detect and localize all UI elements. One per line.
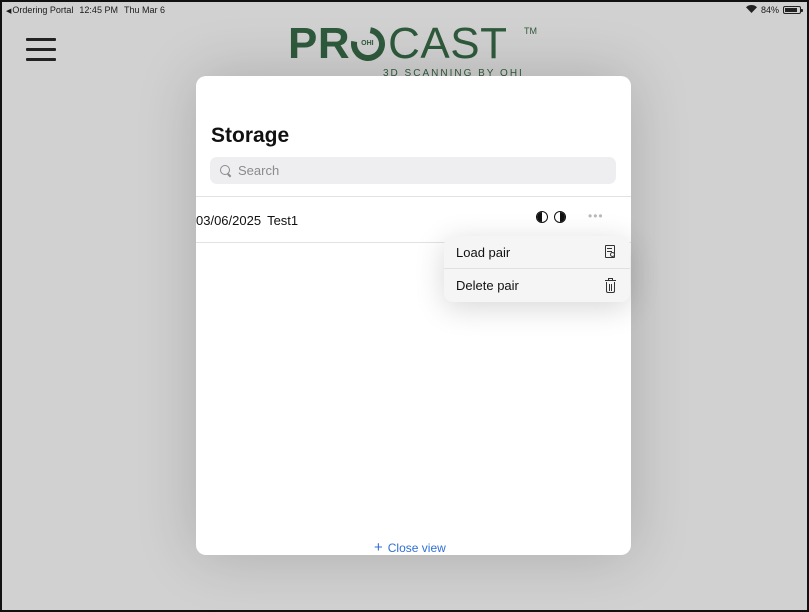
pair-indicator bbox=[536, 211, 566, 223]
app-frame: ◀Ordering Portal 12:45 PM Thu Mar 6 84% … bbox=[0, 0, 809, 612]
search-input[interactable] bbox=[238, 163, 598, 178]
list-item-name: Test1 bbox=[267, 213, 299, 228]
close-view-label: Close view bbox=[387, 541, 446, 555]
logo-trademark: TM bbox=[524, 26, 537, 36]
menu-item-load-pair[interactable]: Load pair bbox=[444, 236, 630, 269]
close-view-button[interactable]: + Close view bbox=[374, 539, 446, 555]
list-item-date: 03/06/2025 bbox=[196, 213, 262, 228]
battery-fill bbox=[785, 8, 797, 12]
logo-wordmark: PR OHI CAST bbox=[288, 18, 507, 70]
search-icon bbox=[220, 164, 232, 177]
back-triangle-icon: ◀ bbox=[6, 8, 12, 15]
status-time: 12:45 PM bbox=[79, 5, 118, 15]
hamburger-menu-icon[interactable] bbox=[26, 38, 56, 62]
status-bar: ◀Ordering Portal 12:45 PM Thu Mar 6 84% bbox=[2, 2, 807, 18]
status-bar-right: 84% bbox=[745, 5, 803, 15]
left-half-circle-icon bbox=[536, 211, 548, 223]
back-to-app-link[interactable]: ◀Ordering Portal bbox=[6, 5, 73, 15]
logo-word-right: CAST bbox=[388, 19, 508, 68]
right-half-circle-icon bbox=[554, 211, 566, 223]
more-options-icon[interactable]: ••• bbox=[588, 209, 604, 223]
procast-logo: PR OHI CAST TM 3D SCANNING BY OHI bbox=[288, 18, 548, 79]
menu-item-label: Load pair bbox=[456, 244, 511, 260]
storage-sheet: Storage 03/06/2025 Test1 ••• + Close view bbox=[196, 76, 631, 555]
logo-o-mark: OHI bbox=[344, 20, 392, 68]
document-search-icon bbox=[605, 245, 616, 259]
list-item-label: 03/06/2025 Test1 bbox=[196, 213, 298, 228]
battery-icon bbox=[783, 6, 803, 14]
menu-item-delete-pair[interactable]: Delete pair bbox=[444, 269, 630, 302]
wifi-icon bbox=[745, 5, 757, 15]
logo-o-text: OHI bbox=[361, 40, 374, 47]
context-menu: Load pair Delete pair bbox=[444, 236, 630, 302]
trash-icon bbox=[605, 277, 616, 293]
battery-percent: 84% bbox=[760, 5, 779, 15]
status-bar-left: ◀Ordering Portal 12:45 PM Thu Mar 6 bbox=[6, 5, 165, 15]
search-bar[interactable] bbox=[210, 157, 616, 184]
back-app-label: Ordering Portal bbox=[12, 5, 74, 15]
plus-icon: + bbox=[374, 539, 383, 555]
status-date: Thu Mar 6 bbox=[123, 5, 165, 15]
page-title: Storage bbox=[211, 124, 290, 147]
logo-word-left: PR bbox=[288, 19, 351, 68]
menu-item-label: Delete pair bbox=[456, 278, 519, 293]
